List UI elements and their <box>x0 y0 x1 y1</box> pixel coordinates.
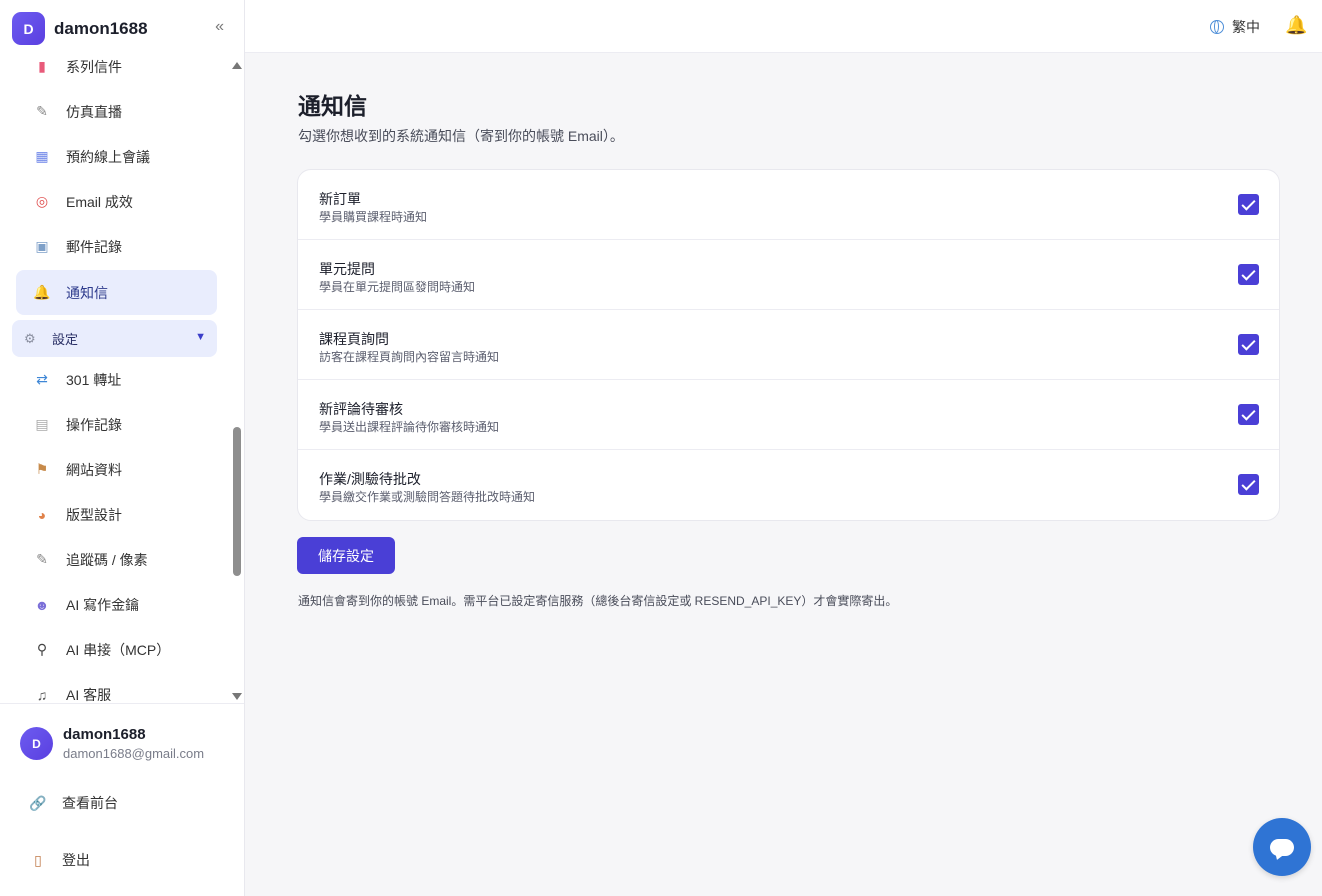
robot-icon: ☻ <box>34 596 50 613</box>
collapse-sidebar-button[interactable]: « <box>215 18 224 36</box>
brand-avatar: D <box>12 12 45 45</box>
notification-row-unit-question: 單元提問 學員在單元提問區發問時通知 <box>298 240 1279 310</box>
sidebar-item-label: 操作記錄 <box>66 416 122 433</box>
sidebar-item-ai-support[interactable]: ♫ AI 客服 <box>16 672 217 704</box>
footer-link-label: 登出 <box>62 852 90 868</box>
mail-series-icon: ▮ <box>38 58 46 74</box>
scroll-down-icon[interactable] <box>232 693 242 700</box>
sidebar-item-tracking-pixel[interactable]: ✎ 追蹤碼 / 像素 <box>16 537 217 582</box>
notification-settings-card: 新訂單 學員購買課程時通知 單元提問 學員在單元提問區發問時通知 課程頁詢問 訪… <box>297 169 1280 521</box>
review-pending-checkbox[interactable] <box>1238 404 1259 425</box>
sidebar-item-label: 預約線上會議 <box>66 148 150 165</box>
bell-icon: 🔔 <box>33 284 51 300</box>
gear-icon: ⚙ <box>24 330 36 346</box>
sidebar-item-301-redirect[interactable]: ⇄ 301 轉址 <box>16 357 217 402</box>
sidebar: D damon1688 « ▮ 系列信件 ✎ 仿真直播 ▦ 預約線上會議 ◎ E… <box>0 0 245 896</box>
avatar: D <box>20 727 53 760</box>
notification-row-review-pending: 新評論待審核 學員送出課程評論待你審核時通知 <box>298 380 1279 450</box>
sidebar-item-label: AI 寫作金鑰 <box>66 596 140 613</box>
unit-question-checkbox[interactable] <box>1238 264 1259 285</box>
caret-down-icon: ▼ <box>195 331 206 343</box>
row-description: 訪客在課程頁詢問內容留言時通知 <box>319 350 500 364</box>
headset-icon: ♫ <box>36 686 48 703</box>
row-description: 學員在單元提問區發問時通知 <box>319 280 476 294</box>
new-order-checkbox[interactable] <box>1238 194 1259 215</box>
page-title: 通知信 <box>298 93 367 119</box>
user-name: damon1688 <box>63 726 146 743</box>
sidebar-item-label: 通知信 <box>66 284 108 301</box>
sidebar-item-label: 版型設計 <box>66 506 122 523</box>
language-switcher[interactable]: 繁中 <box>1210 17 1260 37</box>
sidebar-item-meeting-booking[interactable]: ▦ 預約線上會議 <box>16 134 217 179</box>
sidebar-item-label: 郵件記錄 <box>66 238 122 255</box>
row-description: 學員繳交作業或測驗問答題待批改時通知 <box>319 490 536 504</box>
topbar: 繁中 🔔 <box>245 0 1322 53</box>
sidebar-section-settings[interactable]: ⚙ 設定 ▼ <box>12 320 217 357</box>
sidebar-item-ai-mcp[interactable]: ⚲ AI 串接（MCP） <box>16 627 217 672</box>
brand-name: damon1688 <box>54 18 148 38</box>
sidebar-item-notifications[interactable]: 🔔 通知信 <box>16 270 217 315</box>
sidebar-footer: D damon1688 damon1688@gmail.com 🔗 查看前台 ▯… <box>0 703 244 896</box>
sidebar-item-email-performance[interactable]: ◎ Email 成效 <box>16 179 217 224</box>
row-title: 新評論待審核 <box>319 401 403 417</box>
page-description: 勾選你想收到的系統通知信（寄到你的帳號 Email）。 <box>298 128 624 144</box>
door-icon: ▯ <box>34 851 42 868</box>
sidebar-item-activity-log[interactable]: ▤ 操作記錄 <box>16 402 217 447</box>
row-description: 學員購買課程時通知 <box>319 210 428 224</box>
row-title: 新訂單 <box>319 191 361 207</box>
sidebar-item-label: 追蹤碼 / 像素 <box>66 551 148 568</box>
sidebar-item-label: 網站資料 <box>66 461 122 478</box>
brand: D damon1688 « <box>12 12 234 45</box>
sidebar-item-ai-writing-key[interactable]: ☻ AI 寫作金鑰 <box>16 582 217 627</box>
sidebar-item-label: Email 成效 <box>66 193 133 210</box>
globe-icon <box>1210 20 1224 34</box>
mail-log-icon: ▣ <box>35 238 49 254</box>
chat-widget-button[interactable] <box>1253 818 1311 876</box>
shuffle-icon: ⇄ <box>36 371 48 387</box>
save-settings-button[interactable]: 儲存設定 <box>297 537 395 574</box>
notification-bell-icon[interactable]: 🔔 <box>1285 15 1307 36</box>
sidebar-item-label: AI 客服 <box>66 686 112 703</box>
sidebar-item-label: 系列信件 <box>66 58 122 75</box>
satellite-icon: ✎ <box>36 103 48 119</box>
palette-icon: ◕ <box>37 506 47 523</box>
chat-bubble-icon <box>1270 838 1294 856</box>
sidebar-item-sequence-mail[interactable]: ▮ 系列信件 <box>16 54 217 89</box>
link-icon: 🔗 <box>29 794 47 811</box>
view-frontend-link[interactable]: 🔗 查看前台 <box>28 793 118 813</box>
logout-link[interactable]: ▯ 登出 <box>28 850 90 870</box>
sidebar-item-label: 301 轉址 <box>66 371 122 388</box>
scroll-up-icon[interactable] <box>232 62 242 69</box>
sidebar-nav: ▮ 系列信件 ✎ 仿真直播 ▦ 預約線上會議 ◎ Email 成效 ▣ 郵件記錄… <box>0 54 229 704</box>
document-icon: ▤ <box>35 416 49 432</box>
email-delivery-note: 通知信會寄到你的帳號 Email。需平台已設定寄信服務（總後台寄信設定或 RES… <box>298 594 898 608</box>
plug-icon: ⚲ <box>36 641 48 657</box>
row-title: 作業/測驗待批改 <box>319 471 421 487</box>
signpost-icon: ⚑ <box>35 461 49 477</box>
notification-row-assignment-grading: 作業/測驗待批改 學員繳交作業或測驗問答題待批改時通知 <box>298 450 1279 520</box>
row-description: 學員送出課程評論待你審核時通知 <box>319 420 500 434</box>
sidebar-item-theme-design[interactable]: ◕ 版型設計 <box>16 492 217 537</box>
target-icon: ◎ <box>35 193 49 209</box>
calendar-icon: ▦ <box>35 148 49 164</box>
sidebar-scrollbar[interactable] <box>230 60 244 702</box>
sidebar-item-label: AI 串接（MCP） <box>66 641 171 658</box>
sidebar-section-label: 設定 <box>52 332 79 347</box>
sidebar-item-mail-log[interactable]: ▣ 郵件記錄 <box>16 224 217 269</box>
user-email: damon1688@gmail.com <box>63 746 205 761</box>
sidebar-item-simulated-live[interactable]: ✎ 仿真直播 <box>16 89 217 134</box>
row-title: 課程頁詢問 <box>319 331 389 347</box>
footer-link-label: 查看前台 <box>62 795 118 811</box>
sidebar-item-site-info[interactable]: ⚑ 網站資料 <box>16 447 217 492</box>
course-inquiry-checkbox[interactable] <box>1238 334 1259 355</box>
sidebar-item-label: 仿真直播 <box>66 103 122 120</box>
row-title: 單元提問 <box>319 261 375 277</box>
language-label: 繁中 <box>1232 19 1260 35</box>
notification-row-new-order: 新訂單 學員購買課程時通知 <box>298 170 1279 240</box>
scroll-thumb[interactable] <box>233 427 241 576</box>
satellite-icon: ✎ <box>36 551 48 567</box>
assignment-grading-checkbox[interactable] <box>1238 474 1259 495</box>
notification-row-course-inquiry: 課程頁詢問 訪客在課程頁詢問內容留言時通知 <box>298 310 1279 380</box>
